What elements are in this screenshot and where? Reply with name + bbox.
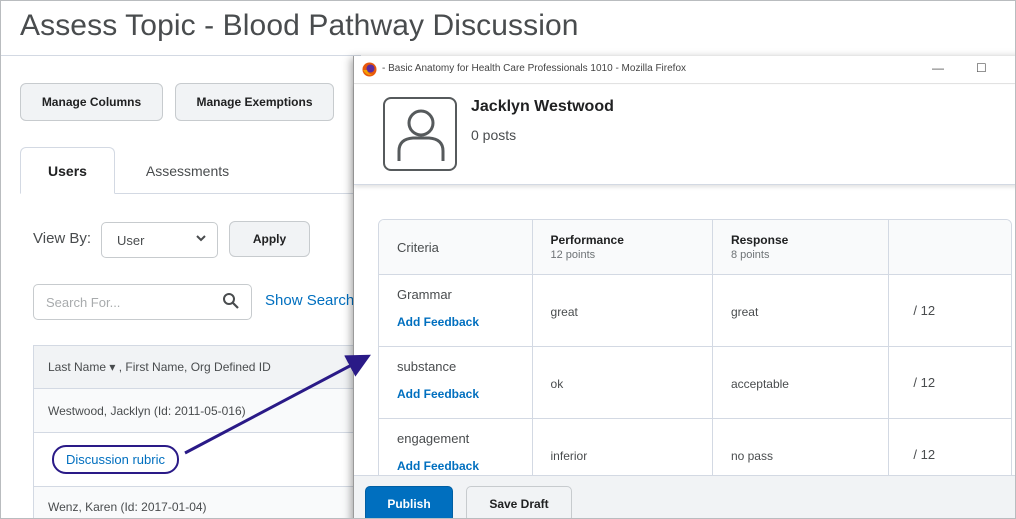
tab-users[interactable]: Users [20, 147, 115, 194]
rubric-header-row: Criteria Performance 12 points Response … [379, 220, 1011, 275]
level-description: great [550, 305, 578, 319]
popup-window-title: - Basic Anatomy for Health Care Professi… [382, 63, 687, 74]
table-row: Westwood, Jacklyn (Id: 2011-05-016) [33, 389, 363, 433]
criteria-header: Criteria [397, 239, 439, 255]
user-name-cell: Westwood, Jacklyn (Id: 2011-05-016) [48, 403, 246, 418]
add-feedback-link[interactable]: Add Feedback [397, 459, 479, 473]
discussion-rubric-link[interactable]: Discussion rubric [52, 445, 179, 474]
user-profile-header: Jacklyn Westwood 0 posts [354, 85, 1015, 185]
level-cell[interactable]: acceptable [713, 347, 890, 418]
main-window: Assess Topic - Blood Pathway Discussion … [0, 0, 1016, 519]
popup-footer: Publish Save Draft [354, 475, 1015, 518]
manage-exemptions-button[interactable]: Manage Exemptions [175, 83, 334, 121]
page-title: Assess Topic - Blood Pathway Discussion [20, 9, 579, 42]
chevron-down-icon [195, 231, 207, 247]
manage-columns-button[interactable]: Manage Columns [20, 83, 163, 121]
rubric-row: substance Add Feedback ok acceptable / 1… [379, 347, 1011, 419]
level-name: Performance [550, 233, 624, 247]
view-by-value: User [117, 232, 145, 248]
level-points: 12 points [550, 249, 596, 261]
post-count: 0 posts [471, 127, 517, 143]
criterion-name: substance [397, 359, 457, 374]
user-silhouette-icon [397, 109, 445, 161]
level-cell[interactable]: great [713, 275, 890, 346]
level-description: no pass [730, 449, 773, 463]
criterion-name: Grammar [397, 287, 452, 302]
level-name: Response [730, 233, 789, 247]
search-icon[interactable] [221, 291, 241, 311]
firefox-icon [362, 62, 377, 77]
view-by-label: View By: [33, 230, 92, 247]
view-by-select[interactable]: User [101, 222, 218, 258]
title-divider [1, 55, 361, 56]
popup-titlebar: - Basic Anatomy for Health Care Professi… [354, 56, 1015, 84]
grid-header-sort[interactable]: Last Name ▾ , First Name, Org Defined ID [33, 345, 363, 389]
rubric-row: Grammar Add Feedback great great / 12 [379, 275, 1011, 347]
rubric-popup-window: - Basic Anatomy for Health Care Professi… [353, 56, 1015, 518]
rubric-table: Criteria Performance 12 points Response … [378, 219, 1012, 492]
score-field[interactable]: / 12 [913, 447, 935, 462]
add-feedback-link[interactable]: Add Feedback [397, 387, 479, 401]
level-cell[interactable]: ok [533, 347, 713, 418]
table-row: Wenz, Karen (Id: 2017-01-04) [33, 487, 363, 518]
criterion-name: engagement [397, 431, 470, 446]
add-feedback-link[interactable]: Add Feedback [397, 315, 479, 329]
level-description: inferior [550, 449, 588, 463]
level-description: acceptable [730, 377, 789, 391]
user-name-cell: Wenz, Karen (Id: 2017-01-04) [48, 499, 207, 514]
level-points: 8 points [730, 249, 770, 261]
level-cell[interactable]: great [533, 275, 713, 346]
level-description: great [730, 305, 759, 319]
apply-button[interactable]: Apply [229, 221, 310, 257]
score-field[interactable]: / 12 [913, 303, 935, 318]
maximize-icon[interactable]: ☐ [976, 61, 987, 75]
search-input[interactable]: Search For... [33, 284, 252, 320]
score-field[interactable]: / 12 [913, 375, 935, 390]
level-description: ok [550, 377, 564, 391]
publish-button[interactable]: Publish [365, 486, 453, 518]
tab-bar: Users Assessments [20, 147, 360, 194]
search-placeholder: Search For... [46, 295, 121, 310]
save-draft-button[interactable]: Save Draft [466, 486, 572, 518]
avatar [383, 97, 457, 171]
user-name: Jacklyn Westwood [471, 98, 614, 115]
tab-assessments[interactable]: Assessments [130, 147, 245, 194]
table-row: Discussion rubric [33, 433, 363, 487]
minimize-icon[interactable]: — [932, 61, 944, 75]
show-search-options-link[interactable]: Show Search [265, 292, 354, 309]
